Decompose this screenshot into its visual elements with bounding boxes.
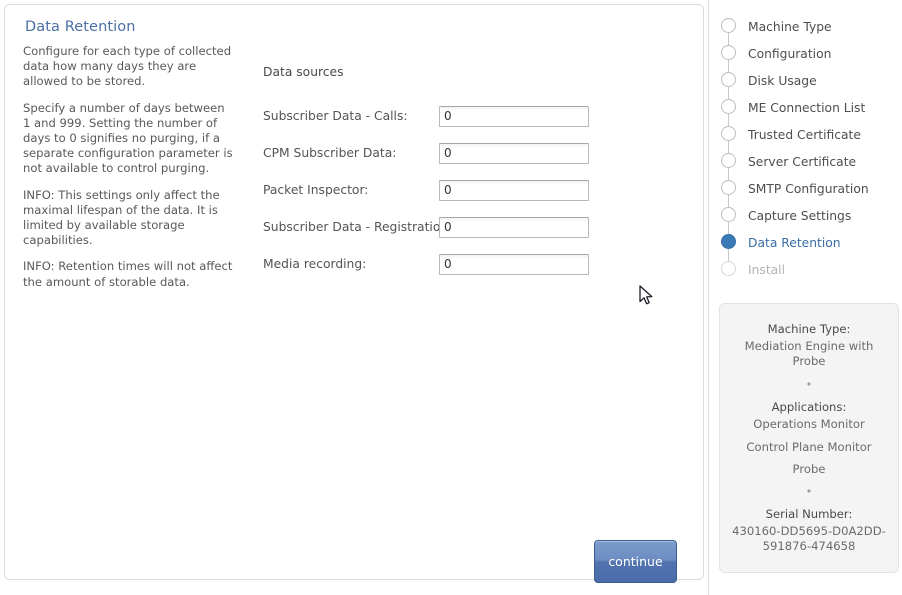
system-summary-box: Machine Type: Mediation Engine with Prob…	[719, 303, 899, 573]
sidebar-item-label: Server Certificate	[748, 154, 857, 169]
sidebar-item-configuration[interactable]: Configuration	[720, 40, 900, 67]
field-label: Media recording:	[263, 257, 367, 271]
step-circle-icon	[720, 180, 736, 195]
sidebar-item-label: Capture Settings	[748, 208, 852, 223]
step-marker	[720, 148, 738, 175]
summary-applications: Applications: Operations Monitor Control…	[730, 400, 888, 476]
field-label: CPM Subscriber Data:	[263, 146, 397, 160]
step-circle-icon	[720, 99, 736, 114]
field-row-subscriber-data-registrations: Subscriber Data - Registrations:	[263, 216, 663, 238]
content-panel: Data Retention Configure for each type o…	[4, 4, 704, 583]
step-marker	[720, 13, 738, 40]
sidebar-item-label: Disk Usage	[748, 73, 817, 88]
step-circle-active-icon	[720, 234, 736, 249]
page-title: Data Retention	[25, 19, 136, 35]
subscriber-data-calls-input[interactable]	[439, 105, 589, 127]
sidebar-item-data-retention[interactable]: Data Retention	[720, 229, 900, 256]
sidebar-item-me-connection-list[interactable]: ME Connection List	[720, 94, 900, 121]
sidebar-item-label: ME Connection List	[748, 100, 866, 115]
help-paragraph: Configure for each type of collected dat…	[23, 44, 232, 89]
step-marker	[720, 121, 738, 148]
sidebar-item-machine-type[interactable]: Machine Type	[720, 13, 900, 40]
sidebar-item-label: SMTP Configuration	[748, 181, 869, 196]
help-column: Data Retention Configure for each type o…	[23, 19, 233, 301]
step-circle-icon	[720, 261, 736, 276]
sidebar-item-server-certificate[interactable]: Server Certificate	[720, 148, 900, 175]
media-recording-input[interactable]	[439, 253, 589, 275]
help-paragraph: Specify a number of days between 1 and 9…	[23, 100, 233, 176]
step-marker	[720, 40, 738, 67]
wizard-sidebar: Machine Type Configuration Disk Usage ME…	[708, 0, 902, 595]
step-marker	[720, 229, 738, 256]
help-paragraph: INFO: Retention times will not affect th…	[23, 259, 233, 289]
summary-serial-number: Serial Number: 430160-DD5695-D0A2DD-5918…	[730, 507, 888, 554]
step-marker	[720, 175, 738, 202]
sidebar-item-label: Data Retention	[748, 235, 841, 250]
sidebar-item-label: Install	[748, 262, 786, 277]
field-row-packet-inspector: Packet Inspector:	[263, 179, 663, 201]
sidebar-item-trusted-certificate[interactable]: Trusted Certificate	[720, 121, 900, 148]
step-circle-icon	[720, 45, 736, 60]
wizard-steps-list: Machine Type Configuration Disk Usage ME…	[720, 13, 900, 283]
field-label: Packet Inspector:	[263, 183, 369, 197]
summary-machine-type: Machine Type: Mediation Engine with Prob…	[730, 322, 888, 369]
field-row-cpm-subscriber-data: CPM Subscriber Data:	[263, 142, 663, 164]
summary-value: 430160-DD5695-D0A2DD-591876-474658	[732, 524, 886, 553]
field-row-media-recording: Media recording:	[263, 253, 663, 275]
step-circle-icon	[720, 153, 736, 168]
data-sources-form: Data sources Subscriber Data - Calls: CP…	[263, 65, 663, 290]
sidebar-item-capture-settings[interactable]: Capture Settings	[720, 202, 900, 229]
summary-value: Control Plane Monitor	[746, 440, 872, 454]
sidebar-item-label: Machine Type	[748, 19, 832, 34]
field-row-subscriber-data-calls: Subscriber Data - Calls:	[263, 105, 663, 127]
sidebar-item-install: Install	[720, 256, 900, 283]
step-marker	[720, 202, 738, 229]
field-label: Subscriber Data - Calls:	[263, 109, 408, 123]
summary-label: Serial Number:	[765, 507, 853, 521]
summary-separator: •	[805, 378, 813, 391]
subscriber-data-registrations-input[interactable]	[439, 216, 589, 238]
sidebar-item-smtp-configuration[interactable]: SMTP Configuration	[720, 175, 900, 202]
summary-label: Applications:	[771, 400, 847, 414]
summary-value: Probe	[792, 462, 826, 476]
step-marker	[720, 256, 738, 283]
field-label: Subscriber Data - Registrations:	[263, 220, 459, 234]
data-sources-heading: Data sources	[263, 65, 344, 79]
sidebar-item-label: Trusted Certificate	[748, 127, 861, 142]
summary-separator: •	[805, 485, 813, 498]
sidebar-item-label: Configuration	[748, 46, 832, 61]
step-circle-icon	[720, 72, 736, 87]
step-marker	[720, 94, 738, 121]
summary-label: Machine Type:	[767, 322, 851, 336]
packet-inspector-input[interactable]	[439, 179, 589, 201]
cpm-subscriber-data-input[interactable]	[439, 142, 589, 164]
sidebar-item-disk-usage[interactable]: Disk Usage	[720, 67, 900, 94]
step-circle-icon	[720, 18, 736, 33]
step-circle-icon	[720, 207, 736, 222]
summary-value: Operations Monitor	[753, 417, 865, 431]
help-paragraph: INFO: This settings only affect the maxi…	[23, 187, 220, 248]
summary-value: Mediation Engine with Probe	[744, 339, 874, 368]
step-circle-icon	[720, 126, 736, 141]
continue-button[interactable]: continue	[594, 540, 677, 583]
step-marker	[720, 67, 738, 94]
